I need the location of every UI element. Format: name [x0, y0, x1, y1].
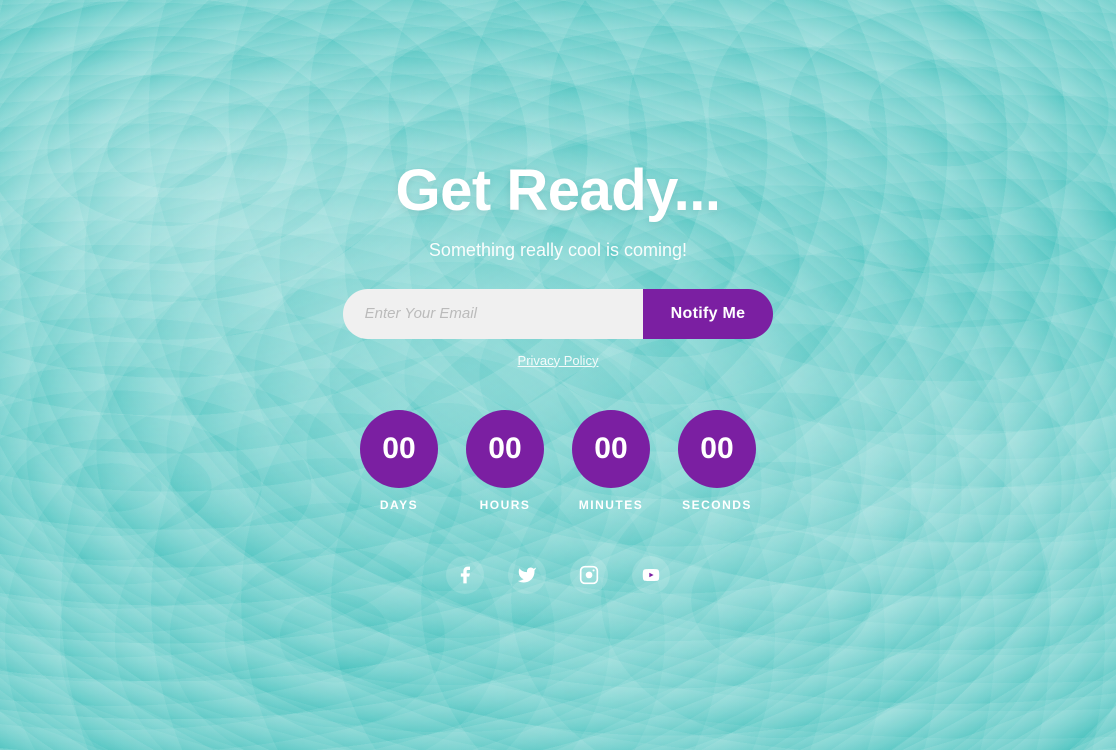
hours-value: 00 [488, 432, 521, 466]
countdown-hours: 00 HOURS [466, 410, 544, 512]
days-label: DAYS [380, 498, 418, 512]
notify-button[interactable]: Notify Me [643, 289, 774, 339]
countdown-minutes: 00 MINUTES [572, 410, 650, 512]
email-form: Notify Me [343, 289, 774, 339]
seconds-label: SECONDS [682, 498, 752, 512]
hours-label: HOURS [480, 498, 531, 512]
youtube-icon[interactable] [632, 556, 670, 594]
countdown-days: 00 DAYS [360, 410, 438, 512]
days-circle: 00 [360, 410, 438, 488]
hours-circle: 00 [466, 410, 544, 488]
page-headline: Get Ready... [396, 157, 721, 224]
seconds-circle: 00 [678, 410, 756, 488]
seconds-value: 00 [700, 432, 733, 466]
page-subtitle: Something really cool is coming! [429, 240, 687, 261]
countdown-seconds: 00 SECONDS [678, 410, 756, 512]
days-value: 00 [382, 432, 415, 466]
twitter-icon[interactable] [508, 556, 546, 594]
facebook-icon[interactable] [446, 556, 484, 594]
privacy-policy-link[interactable]: Privacy Policy [518, 353, 599, 368]
social-links [446, 556, 670, 594]
countdown-timer: 00 DAYS 00 HOURS 00 MINUTES 00 SECONDS [360, 410, 756, 512]
instagram-icon[interactable] [570, 556, 608, 594]
email-input[interactable] [343, 289, 643, 339]
minutes-value: 00 [594, 432, 627, 466]
main-content: Get Ready... Something really cool is co… [343, 157, 774, 594]
minutes-label: MINUTES [579, 498, 644, 512]
minutes-circle: 00 [572, 410, 650, 488]
